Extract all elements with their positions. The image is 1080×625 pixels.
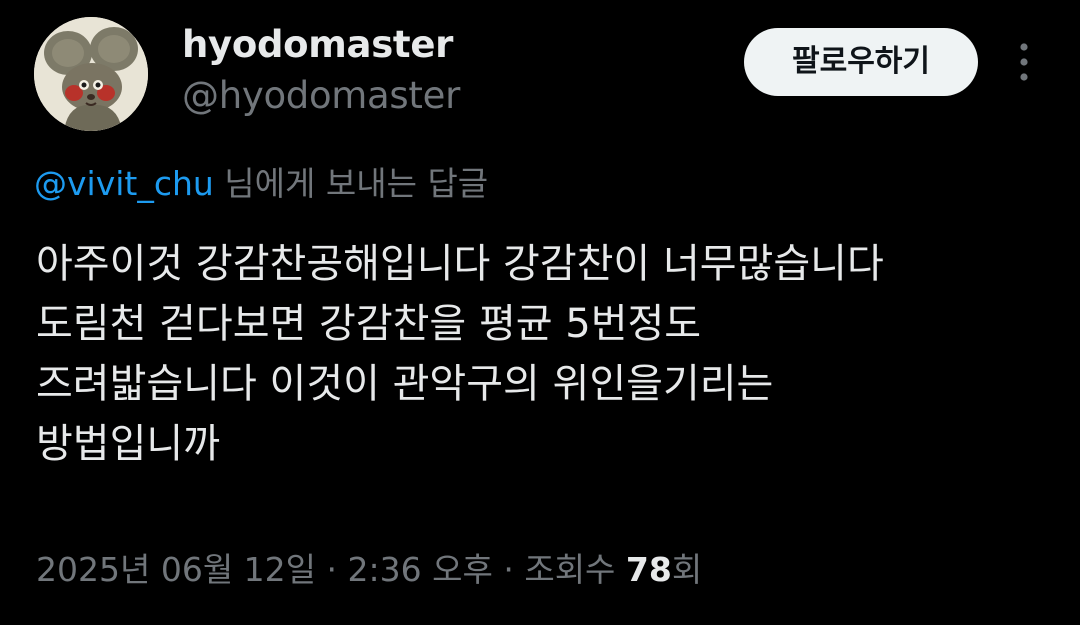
views-count: 78 — [625, 550, 672, 589]
avatar[interactable] — [34, 17, 148, 131]
tweet-text-line: 방법입니까 — [36, 421, 220, 467]
mouse-avatar-icon — [34, 17, 148, 131]
more-vertical-icon — [1020, 43, 1028, 81]
tweet-text: 아주이것 강감찬공해입니다 강감찬이 너무많습니다 도림천 걷다보면 강감찬을 … — [36, 234, 1056, 474]
reply-context-label: 님에게 보내는 답글 — [213, 164, 489, 203]
more-options-button[interactable] — [1004, 38, 1044, 86]
meta-separator: · — [316, 550, 348, 589]
meta-separator: · — [492, 550, 525, 589]
views-label: 조회수 — [524, 550, 626, 589]
user-handle[interactable]: @hyodomaster — [182, 73, 460, 119]
tweet-text-line: 즈려밟습니다 이것이 관악구의 위인을기리는 — [36, 361, 774, 407]
tweet-time[interactable]: 2:36 오후 — [348, 550, 493, 589]
tweet-text-line: 아주이것 강감찬공해입니다 강감찬이 너무많습니다 — [36, 241, 884, 287]
views-suffix: 회 — [671, 550, 703, 589]
tweet-date[interactable]: 2025년 06월 12일 — [36, 550, 316, 589]
tweet-text-line: 도림천 걷다보면 강감찬을 평균 5번정도 — [36, 301, 702, 347]
follow-button[interactable]: 팔로우하기 — [744, 28, 978, 96]
reply-mention-link[interactable]: @vivit_chu — [34, 164, 214, 203]
tweet-meta: 2025년 06월 12일 · 2:36 오후 · 조회수 78회 — [36, 547, 702, 593]
reply-context: @vivit_chu 님에게 보내는 답글 — [34, 161, 488, 207]
display-name[interactable]: hyodomaster — [182, 22, 453, 68]
